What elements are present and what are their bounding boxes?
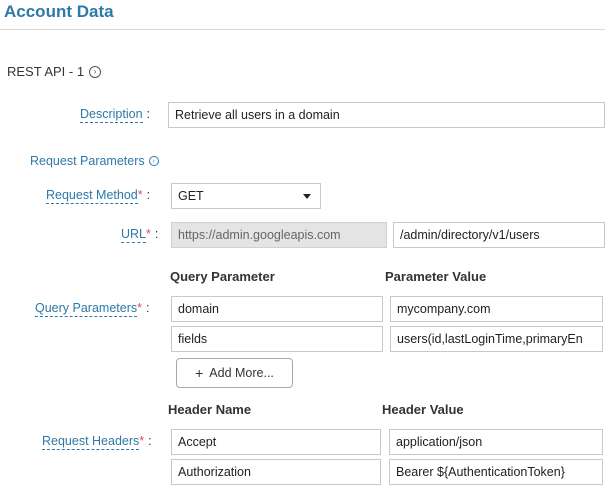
header-value-input[interactable]: Bearer ${AuthenticationToken} [389, 459, 603, 485]
chevron-circle-right-icon[interactable]: › [89, 65, 102, 78]
request-method-select[interactable]: GET [171, 183, 321, 209]
url-base-field: https://admin.googleapis.com [171, 222, 387, 248]
colon: : [148, 434, 152, 448]
required-mark: * [139, 434, 145, 448]
url-label-text: URL [121, 227, 147, 243]
description-label-text: Description [80, 107, 143, 123]
colon: : [146, 301, 150, 315]
query-param-name-input[interactable]: domain [171, 296, 383, 322]
required-mark: * [146, 227, 151, 241]
query-parameters-label: Query Parameters*: [35, 301, 150, 317]
query-param-value-input[interactable]: mycompany.com [390, 296, 603, 322]
header-name-column-header: Header Name [168, 402, 252, 417]
request-method-value: GET [178, 189, 204, 203]
caret-down-icon [303, 194, 311, 199]
query-param-name-input[interactable]: fields [171, 326, 383, 352]
colon: : [146, 107, 151, 121]
query-parameter-column-header: Query Parameter [170, 269, 275, 284]
request-headers-label: Request Headers*: [42, 434, 152, 450]
request-parameters-label: Request Parameters [30, 154, 145, 168]
url-path-field[interactable]: /admin/directory/v1/users [393, 222, 605, 248]
add-more-label: Add More... [209, 366, 274, 380]
query-parameters-label-text: Query Parameters [35, 301, 138, 317]
request-headers-label-text: Request Headers [42, 434, 140, 450]
request-method-label: Request Method*: [46, 188, 151, 204]
request-parameters-header[interactable]: Request Parameters › [30, 154, 159, 168]
description-label: Description: [80, 107, 151, 123]
header-value-input[interactable]: application/json [389, 429, 603, 455]
plus-icon: + [195, 365, 204, 381]
request-method-label-text: Request Method [46, 188, 138, 204]
parameter-value-column-header: Parameter Value [385, 269, 487, 284]
description-field[interactable]: Retrieve all users in a domain [168, 102, 605, 128]
rest-api-section-header[interactable]: REST API - 1 › [7, 64, 102, 79]
required-mark: * [137, 301, 142, 315]
chevron-circle-right-icon[interactable]: › [148, 156, 159, 166]
colon: : [154, 227, 159, 241]
url-label: URL*: [121, 227, 159, 243]
page-title: Account Data [4, 2, 114, 21]
header-name-input[interactable]: Accept [171, 429, 381, 455]
required-mark: * [137, 188, 143, 202]
title-divider [0, 29, 605, 30]
header-value-column-header: Header Value [382, 402, 464, 417]
header-name-input[interactable]: Authorization [171, 459, 381, 485]
colon: : [146, 188, 151, 202]
add-more-button[interactable]: + Add More... [176, 358, 293, 388]
query-param-value-input[interactable]: users(id,lastLoginTime,primaryEn [390, 326, 603, 352]
section-label: REST API - 1 [7, 64, 85, 79]
